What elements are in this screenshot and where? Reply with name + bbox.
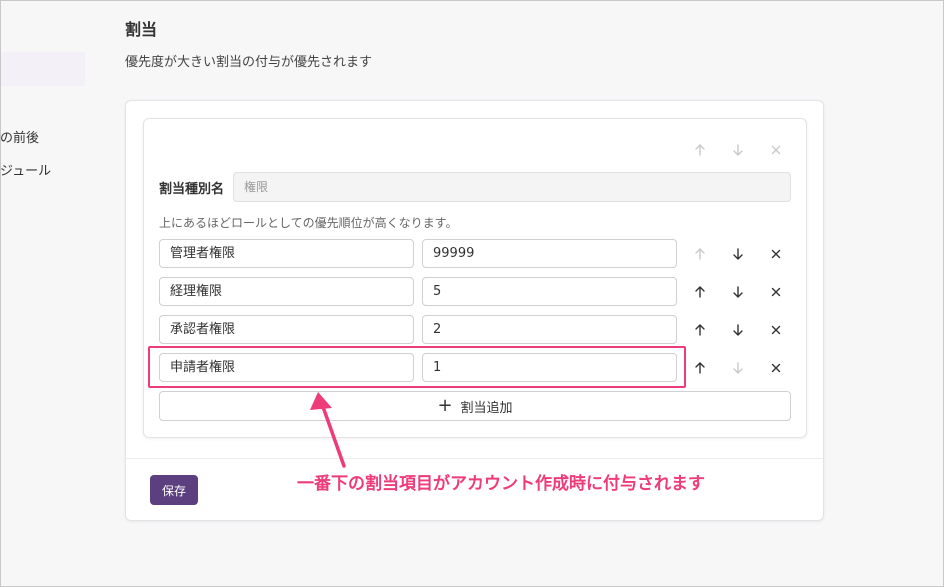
row-remove-button[interactable] bbox=[766, 244, 786, 264]
row-move-down-button[interactable] bbox=[728, 282, 748, 302]
sidebar-item-schedule[interactable]: ジュール bbox=[0, 160, 51, 179]
arrow-down-icon bbox=[733, 324, 743, 336]
row-remove-button[interactable] bbox=[766, 282, 786, 302]
arrow-down-icon bbox=[733, 362, 743, 374]
type-name-input[interactable]: 権限 bbox=[233, 172, 791, 202]
role-name-input[interactable]: 承認者権限 bbox=[159, 315, 414, 344]
plus-icon: + bbox=[437, 395, 453, 416]
arrow-up-icon bbox=[695, 248, 705, 260]
role-priority-input[interactable]: 5 bbox=[422, 277, 677, 306]
row-move-up-button[interactable] bbox=[690, 244, 710, 264]
save-button[interactable]: 保存 bbox=[150, 475, 198, 505]
sidebar-item-order[interactable]: の前後 bbox=[0, 127, 39, 146]
arrow-down-icon bbox=[733, 144, 743, 156]
row-move-down-button[interactable] bbox=[728, 358, 748, 378]
arrow-up-icon bbox=[695, 362, 705, 374]
card-divider bbox=[126, 458, 823, 459]
role-name-input[interactable]: 申請者権限 bbox=[159, 353, 414, 382]
page-title: 割当 bbox=[125, 20, 158, 39]
role-priority-input[interactable]: 99999 bbox=[422, 239, 677, 268]
row-move-down-button[interactable] bbox=[728, 320, 748, 340]
arrow-up-icon bbox=[695, 324, 705, 336]
arrow-up-icon bbox=[695, 144, 705, 156]
arrow-down-icon bbox=[733, 286, 743, 298]
page-description: 優先度が大きい割当の付与が優先されます bbox=[125, 55, 373, 70]
add-allocation-button[interactable]: + 割当追加 bbox=[159, 391, 791, 421]
role-priority-input[interactable]: 1 bbox=[422, 353, 677, 382]
arrow-down-icon bbox=[733, 248, 743, 260]
role-priority-input[interactable]: 2 bbox=[422, 315, 677, 344]
add-allocation-label: 割当追加 bbox=[460, 400, 513, 416]
sidebar-item-active[interactable] bbox=[0, 52, 85, 86]
priority-hint: 上にあるほどロールとしての優先順位が高くなります。 bbox=[159, 216, 458, 230]
row-move-up-button[interactable] bbox=[690, 320, 710, 340]
annotation-text: 一番下の割当項目がアカウント作成時に付与されます bbox=[297, 474, 705, 494]
type-move-up-button[interactable] bbox=[690, 140, 710, 160]
type-move-down-button[interactable] bbox=[728, 140, 748, 160]
close-icon bbox=[771, 287, 781, 297]
row-move-down-button[interactable] bbox=[728, 244, 748, 264]
row-remove-button[interactable] bbox=[766, 358, 786, 378]
close-icon bbox=[771, 145, 781, 155]
role-name-input[interactable]: 経理権限 bbox=[159, 277, 414, 306]
row-remove-button[interactable] bbox=[766, 320, 786, 340]
type-name-label: 割当種別名 bbox=[159, 182, 225, 197]
type-remove-button[interactable] bbox=[766, 140, 786, 160]
close-icon bbox=[771, 363, 781, 373]
close-icon bbox=[771, 249, 781, 259]
row-move-up-button[interactable] bbox=[690, 358, 710, 378]
sidebar: の前後 ジュール bbox=[0, 0, 85, 587]
role-name-input[interactable]: 管理者権限 bbox=[159, 239, 414, 268]
row-move-up-button[interactable] bbox=[690, 282, 710, 302]
close-icon bbox=[771, 325, 781, 335]
arrow-up-icon bbox=[695, 286, 705, 298]
